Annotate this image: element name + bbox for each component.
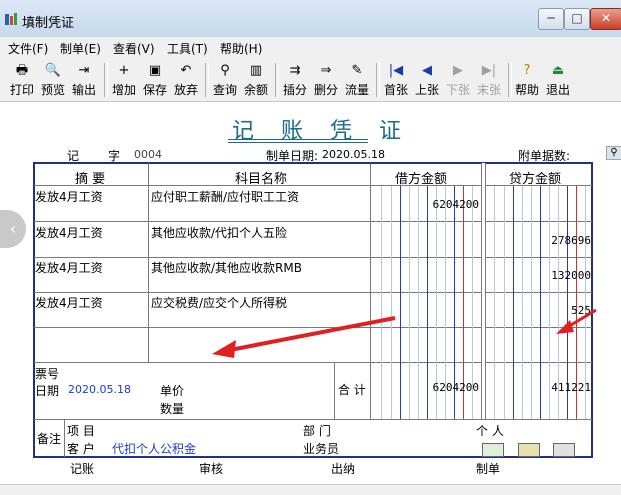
cashier-label: 出纳 <box>331 462 356 476</box>
debit-total: 6204200 <box>432 381 479 394</box>
first-voucher-button[interactable]: |◀ 首张 <box>381 60 411 98</box>
ledger-icon[interactable] <box>482 443 504 457</box>
row-account[interactable]: 应付职工薪酬/应付职工工资 <box>151 188 299 205</box>
query-button[interactable]: ⚲ 查询 <box>210 60 240 98</box>
voucher-title: 记 账 凭 证 <box>232 119 411 144</box>
project-label: 项 目 <box>67 424 95 438</box>
row-debit[interactable]: 6204200 <box>380 198 479 211</box>
annotation-arrow <box>212 316 396 358</box>
row-summary[interactable]: 发放4月工资 <box>35 294 103 311</box>
printer-icon: 🖶 <box>15 63 29 78</box>
bar-chart-icon: ▥ <box>249 63 263 78</box>
grid-line <box>148 163 149 362</box>
save-button[interactable]: ▣ 保存 <box>140 60 170 98</box>
bookkeeper-label: 记账 <box>70 462 95 476</box>
ticket-label: 票号 <box>35 367 60 381</box>
menu-view[interactable]: 查看(V) <box>113 40 155 57</box>
menu-bar: 文件(F) 制单(E) 查看(V) 工具(T) 帮助(H) <box>0 37 621 57</box>
row-summary[interactable]: 发放4月工资 <box>35 224 103 241</box>
remark-label: 备注 <box>37 432 62 446</box>
search-icon[interactable]: ⚲ <box>606 146 621 160</box>
last-voucher-button[interactable]: ▶| 末张 <box>474 60 504 98</box>
export-button[interactable]: ⇥ 输出 <box>69 60 99 98</box>
card-icon[interactable] <box>518 443 540 457</box>
app-icon <box>4 12 18 26</box>
voucher-number[interactable]: 0004 <box>134 148 162 161</box>
price-label: 单价 <box>160 384 185 398</box>
preview-button[interactable]: 🔍 预览 <box>38 60 68 98</box>
status-strip <box>0 484 621 495</box>
exit-button[interactable]: ⏏ 退出 <box>543 60 573 98</box>
delete-row-icon: ⇒ <box>320 63 332 78</box>
toolbar: 🖶 打印 🔍 预览 ⇥ 输出 + 增加 ▣ 保存 ↶ 放弃 ⚲ 查询 ▥ 余额 ⇉ 插分 ⇒ 删分 … <box>0 57 621 102</box>
annotation-arrow <box>556 308 597 334</box>
toolbar-separator <box>205 63 209 97</box>
row-account[interactable]: 其他应收款/其他应收款RMB <box>151 259 302 276</box>
menu-file[interactable]: 文件(F) <box>8 40 48 57</box>
binoculars-icon: ⚲ <box>220 63 230 78</box>
grid-line <box>64 420 65 457</box>
date2-label: 日期 <box>35 384 60 398</box>
toolbar-separator <box>376 63 380 97</box>
delete-entry-button[interactable]: ⇒ 删分 <box>311 60 341 98</box>
grid-line <box>34 419 592 420</box>
close-button[interactable]: ✕ <box>590 8 621 30</box>
insert-row-icon: ⇉ <box>289 63 301 78</box>
help-icon: ? <box>523 63 531 78</box>
first-icon: |◀ <box>388 63 404 78</box>
voucher-date[interactable]: 2020.05.18 <box>322 148 385 161</box>
title-underline <box>228 139 368 140</box>
add-icon: + <box>118 63 130 78</box>
row-credit[interactable]: 132000 <box>493 269 591 282</box>
maximize-button[interactable]: □ <box>564 8 590 30</box>
row-summary[interactable]: 发放4月工资 <box>35 259 103 276</box>
toolbar-separator <box>275 63 279 97</box>
maker-label: 制单 <box>476 462 501 476</box>
title-underline <box>228 142 368 143</box>
credit-total: 411221 <box>551 381 591 394</box>
pen-icon[interactable] <box>553 443 575 457</box>
balance-button[interactable]: ▥ 余额 <box>241 60 271 98</box>
discard-button[interactable]: ↶ 放弃 <box>171 60 201 98</box>
add-button[interactable]: + 增加 <box>109 60 139 98</box>
toolbar-separator <box>104 63 108 97</box>
quantity-label: 数量 <box>160 402 185 416</box>
print-button[interactable]: 🖶 打印 <box>7 60 37 98</box>
next-voucher-button[interactable]: ▶ 下张 <box>443 60 473 98</box>
help-button[interactable]: ? 帮助 <box>512 60 542 98</box>
row-account[interactable]: 其他应收款/代扣个人五险 <box>151 224 287 241</box>
export-icon: ⇥ <box>78 63 90 78</box>
minimize-button[interactable]: ─ <box>538 8 564 30</box>
title-bar: 填制凭证 ─ □ ✕ <box>0 0 621 38</box>
person-label: 个 人 <box>476 424 504 438</box>
exit-icon: ⏏ <box>551 63 565 78</box>
last-icon: ▶| <box>481 63 497 78</box>
save-icon: ▣ <box>148 63 162 78</box>
prev-voucher-button[interactable]: ◀ 上张 <box>412 60 442 98</box>
customer-label: 客 户 <box>67 442 95 456</box>
row-credit[interactable]: 278696 <box>493 234 591 247</box>
menu-tools[interactable]: 工具(T) <box>167 40 208 57</box>
auditor-label: 审核 <box>199 462 224 476</box>
grid-line <box>370 163 371 419</box>
salesman-label: 业务员 <box>303 442 340 456</box>
row-summary[interactable]: 发放4月工资 <box>35 188 103 205</box>
undo-icon: ↶ <box>180 63 192 78</box>
window-title: 填制凭证 <box>22 16 75 31</box>
menu-edit[interactable]: 制单(E) <box>60 40 101 57</box>
insert-entry-button[interactable]: ⇉ 插分 <box>280 60 310 98</box>
cashflow-button[interactable]: ✎ 流量 <box>342 60 372 98</box>
row-account[interactable]: 应交税费/应交个人所得税 <box>151 294 287 311</box>
prev-icon: ◀ <box>422 63 432 78</box>
preview-icon: 🔍 <box>44 63 62 78</box>
grid-line <box>334 362 335 419</box>
next-icon: ▶ <box>453 63 463 78</box>
total-label: 合 计 <box>338 383 366 397</box>
department-label: 部 门 <box>303 424 331 438</box>
pencil-icon: ✎ <box>351 63 363 78</box>
date2-value[interactable]: 2020.05.18 <box>68 383 131 396</box>
customer-value[interactable]: 代扣个人公积金 <box>112 440 196 457</box>
menu-help[interactable]: 帮助(H) <box>220 40 262 57</box>
